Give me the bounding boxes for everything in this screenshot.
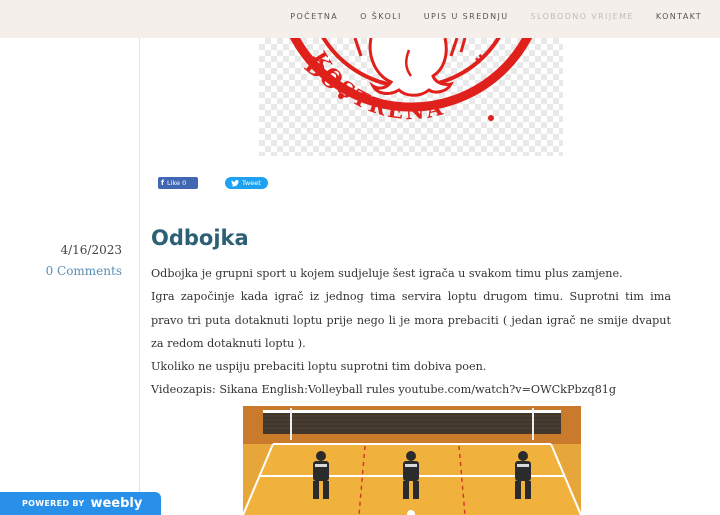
facebook-like-button[interactable]: f Like 0	[158, 177, 198, 189]
nav-item-upis-u-srednju[interactable]: UPIS U SREDNJU	[424, 12, 509, 21]
nav-item-kontakt[interactable]: KONTAKT	[656, 12, 702, 21]
kostrena-stamp-image: " DO KOSTRENA	[259, 38, 563, 156]
post-paragraph: Ukoliko ne uspiju prebaciti loptu suprot…	[151, 360, 487, 374]
main-nav: POČETNA O ŠKOLI UPIS U SREDNJU SLOBODNO …	[290, 12, 702, 21]
nav-item-o-skoli[interactable]: O ŠKOLI	[360, 12, 402, 21]
powered-by-weebly-badge[interactable]: POWERED BY weebly	[0, 492, 161, 515]
volleyball-video-thumbnail[interactable]	[243, 406, 581, 515]
post-body: Odbojka je grupni sport u kojem sudjeluj…	[151, 262, 671, 402]
volleyball-court-graphic	[243, 406, 581, 515]
post-title[interactable]: Odbojka	[151, 226, 249, 250]
video-reference: Videozapis: Sikana English:Volleyball ru…	[151, 383, 617, 397]
post-paragraph: Odbojka je grupni sport u kojem sudjeluj…	[151, 267, 623, 280]
powered-by-label: POWERED BY	[22, 499, 85, 508]
sidebar-divider	[139, 38, 140, 515]
post-paragraph: Igra započinje kada igrač iz jednog tima…	[151, 290, 671, 350]
facebook-icon: f	[161, 179, 165, 187]
tweet-label: Tweet	[242, 179, 261, 187]
nav-item-pocetna[interactable]: POČETNA	[290, 12, 338, 21]
post-comments-link[interactable]: 0 Comments	[46, 264, 122, 278]
weebly-logo: weebly	[90, 496, 143, 511]
facebook-like-label: Like 0	[167, 179, 187, 187]
top-navigation-bar: POČETNA O ŠKOLI UPIS U SREDNJU SLOBODNO …	[0, 0, 720, 38]
stamp-graphic: " DO KOSTRENA	[289, 38, 533, 124]
post-date: 4/16/2023	[60, 243, 122, 257]
nav-item-slobodno-vrijeme[interactable]: SLOBODNO VRIJEME	[531, 12, 634, 21]
tweet-button[interactable]: Tweet	[225, 177, 268, 189]
twitter-bird-icon	[231, 179, 239, 186]
